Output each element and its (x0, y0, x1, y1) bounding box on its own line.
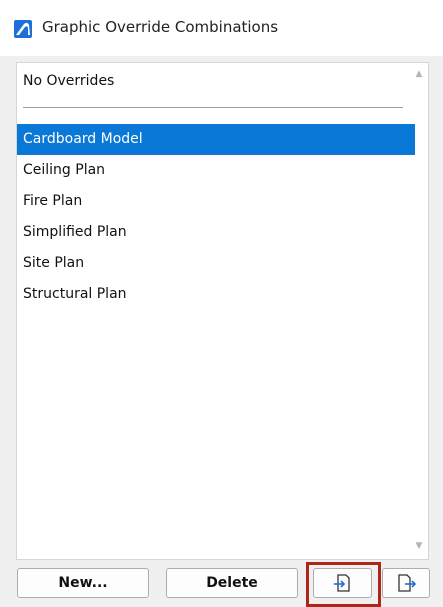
scroll-down-arrow-icon[interactable]: ▼ (414, 541, 424, 551)
import-button[interactable] (313, 568, 372, 598)
list-item-site-plan[interactable]: Site Plan (17, 248, 416, 279)
archicad-icon (14, 20, 32, 38)
dialog-window: Graphic Override Combinations No Overrid… (0, 0, 443, 607)
window-title: Graphic Override Combinations (42, 18, 279, 36)
new-button[interactable]: New... (17, 568, 149, 598)
title-bar: Graphic Override Combinations (0, 0, 443, 56)
list-item-ceiling-plan[interactable]: Ceiling Plan (17, 155, 416, 186)
export-icon (396, 573, 416, 593)
delete-button[interactable]: Delete (166, 568, 298, 598)
list-item-fire-plan[interactable]: Fire Plan (17, 186, 416, 217)
list-separator (23, 107, 403, 108)
export-button[interactable] (382, 568, 430, 598)
list-item-simplified-plan[interactable]: Simplified Plan (17, 217, 416, 248)
list-item-cardboard-model[interactable]: Cardboard Model (17, 124, 415, 155)
import-icon (333, 573, 353, 593)
no-overrides-item[interactable]: No Overrides (23, 73, 114, 89)
list-item-structural-plan[interactable]: Structural Plan (17, 279, 416, 310)
combinations-list[interactable]: No Overrides Cardboard Model Ceiling Pla… (16, 62, 429, 560)
scroll-up-arrow-icon[interactable]: ▲ (414, 69, 424, 79)
